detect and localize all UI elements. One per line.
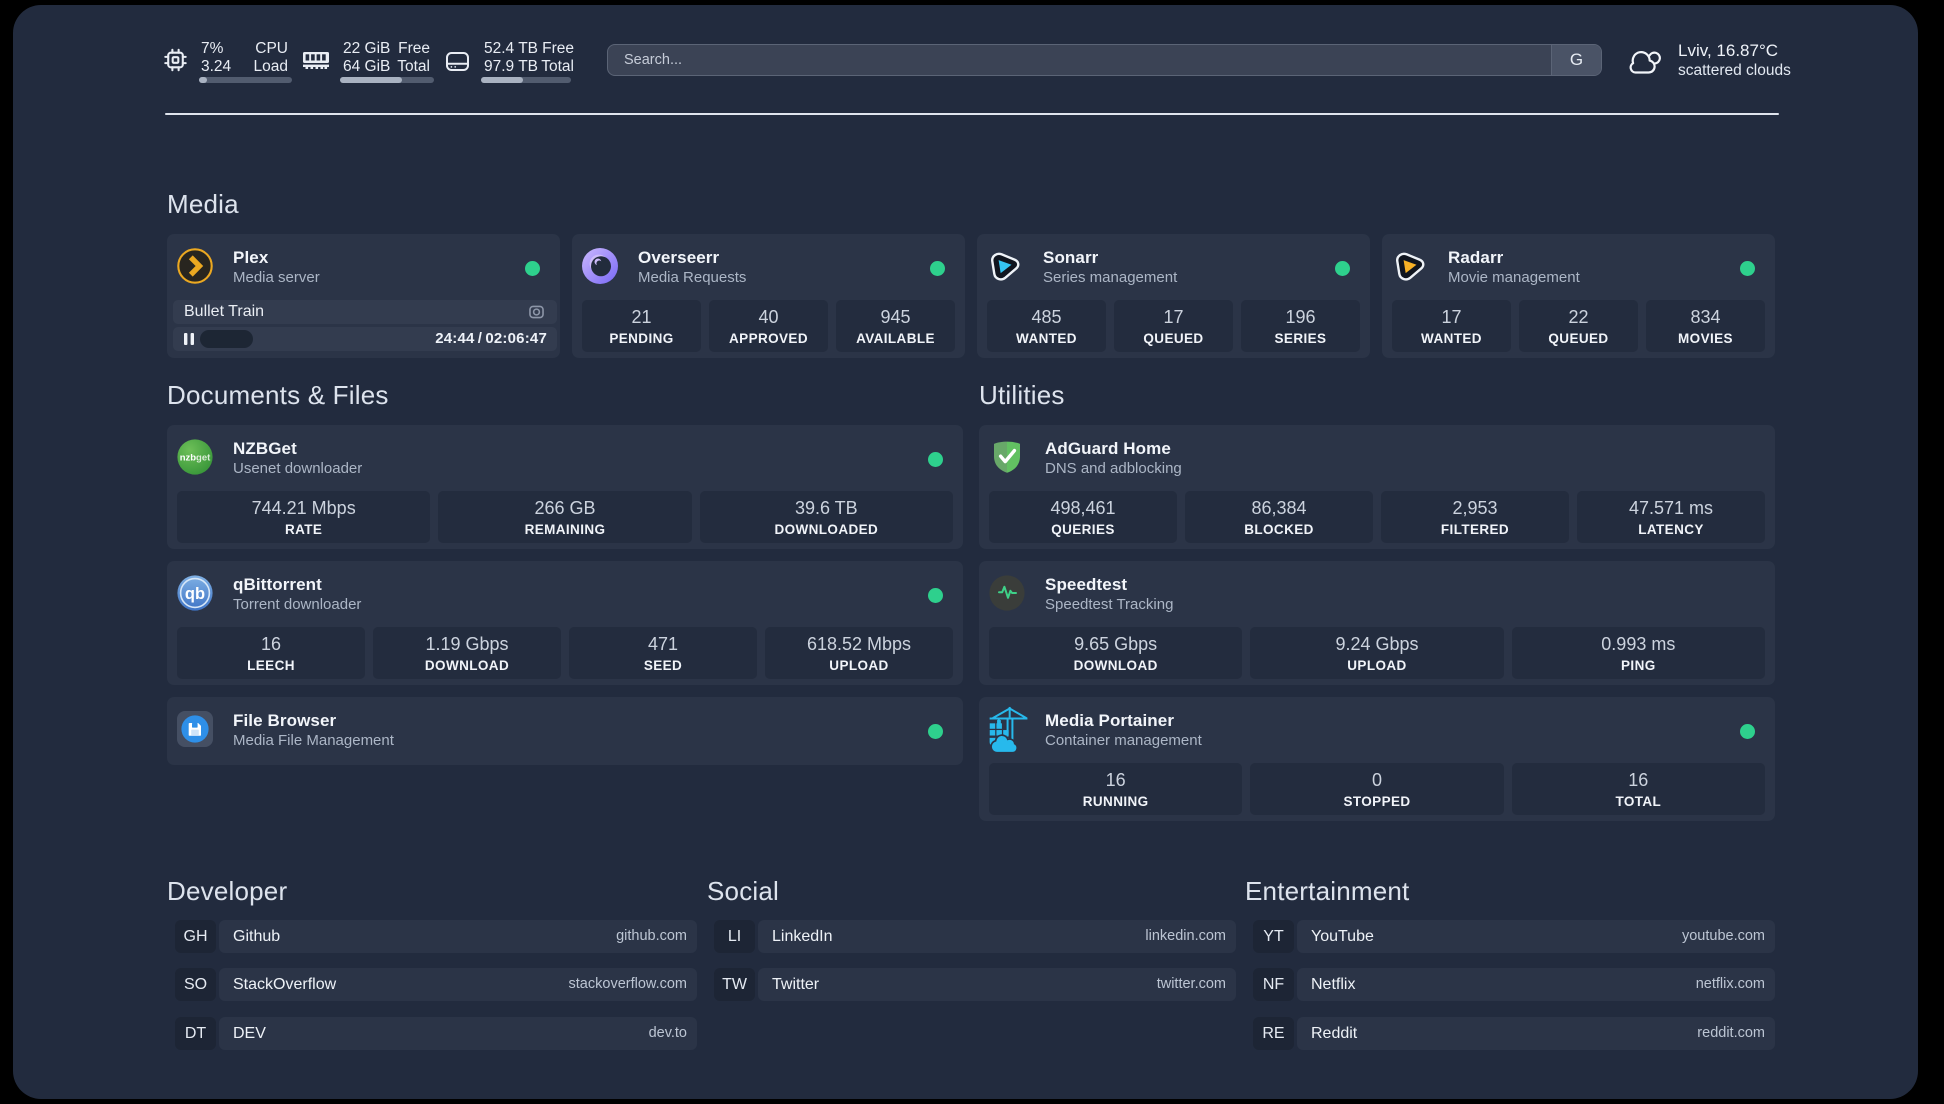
svg-text:qb: qb [185, 585, 205, 603]
svg-text:nzbget: nzbget [180, 453, 211, 464]
